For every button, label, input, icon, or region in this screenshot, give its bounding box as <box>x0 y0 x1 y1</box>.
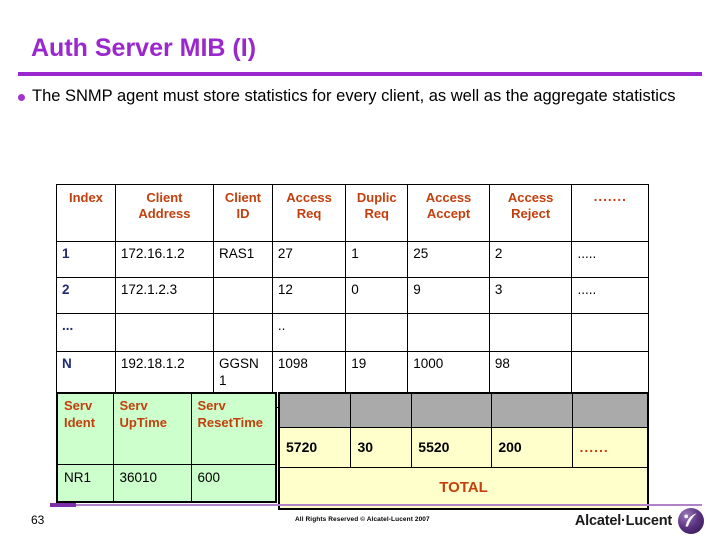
cell-access-reject: 3 <box>488 277 573 314</box>
table-row: NR1 36010 600 <box>56 464 277 503</box>
spacer-cell <box>278 392 352 428</box>
total-access-accept: 5520 <box>411 427 493 468</box>
spacer-cell <box>491 392 574 428</box>
table-header-row: Index Client Address Client ID Access Re… <box>56 184 649 242</box>
cell-index: 2 <box>56 277 116 314</box>
totals-spacer-row <box>278 392 649 428</box>
spacer-cell <box>572 392 649 428</box>
cell-serv-ident: NR1 <box>56 464 114 503</box>
cell-client-id <box>213 277 273 314</box>
cell-duplic-req: 1 <box>345 241 409 278</box>
cell-duplic-req: 0 <box>345 277 409 314</box>
cell-more: ..... <box>571 277 649 314</box>
footer-divider <box>50 504 702 506</box>
page-number: 63 <box>31 513 45 527</box>
spacer-cell <box>411 392 493 428</box>
total-more: ...... <box>572 427 649 468</box>
cell-access-req: 27 <box>271 241 347 278</box>
cell-serv-uptime: 36010 <box>112 464 192 503</box>
cell-client-address: 172.1.2.3 <box>114 277 215 314</box>
table-row: 1 172.16.1.2 RAS1 27 1 25 2 ..... <box>56 241 649 278</box>
bullet-list: The SNMP agent must store statistics for… <box>18 85 678 108</box>
cell-access-reject <box>488 313 573 352</box>
cell-client-address: 172.16.1.2 <box>114 241 215 278</box>
column-header-client-id: Client ID <box>213 184 273 242</box>
brand-logo: Alcatel·Lucent <box>575 508 704 534</box>
cell-access-reject: 2 <box>488 241 573 278</box>
cell-more: ..... <box>571 241 649 278</box>
totals-value-row: 5720 30 5520 200 ...... <box>278 427 649 468</box>
totals-table: 5720 30 5520 200 ...... TOTAL <box>278 392 649 510</box>
cell-duplic-req <box>345 313 409 352</box>
cell-access-accept: 9 <box>407 277 490 314</box>
spacer-cell <box>350 392 413 428</box>
brand-name: Alcatel·Lucent <box>574 513 672 529</box>
cell-index: 1 <box>56 241 116 278</box>
totals-label-row: TOTAL <box>278 467 649 510</box>
table-row: ... .. <box>56 313 649 352</box>
cell-client-address <box>114 313 215 352</box>
bullet-text: The SNMP agent must store statistics for… <box>32 87 676 105</box>
total-access-reject: 200 <box>491 427 574 468</box>
column-header-serv-uptime: Serv UpTime <box>112 392 192 465</box>
cell-more <box>571 313 649 352</box>
alcatel-lucent-badge-icon <box>678 508 704 534</box>
total-access-req: 5720 <box>278 427 352 468</box>
table-row: 2 172.1.2.3 12 0 9 3 ..... <box>56 277 649 314</box>
cell-access-accept: 25 <box>407 241 490 278</box>
column-header-access-reject: Access Reject <box>488 184 573 242</box>
column-header-serv-ident: Serv Ident <box>56 392 114 465</box>
column-header-access-req: Access Req <box>271 184 347 242</box>
table-header-row: Serv Ident Serv UpTime Serv ResetTime <box>56 392 277 465</box>
total-label: TOTAL <box>278 467 649 510</box>
cell-client-id: RAS1 <box>213 241 273 278</box>
column-header-client-address: Client Address <box>114 184 215 242</box>
slide-canvas: Auth Server MIB (I) The SNMP agent must … <box>0 0 720 540</box>
column-header-index: Index <box>56 184 116 242</box>
total-duplic-req: 30 <box>350 427 413 468</box>
column-header-duplic-req: Duplic Req <box>345 184 409 242</box>
cell-access-req: .. <box>271 313 347 352</box>
title-divider <box>18 72 702 76</box>
cell-access-accept <box>407 313 490 352</box>
list-item: The SNMP agent must store statistics for… <box>18 85 678 108</box>
page-title: Auth Server MIB (I) <box>31 34 257 62</box>
client-statistics-table: Index Client Address Client ID Access Re… <box>56 184 649 408</box>
cell-serv-resettime: 600 <box>190 464 277 503</box>
server-statistics-table: Serv Ident Serv UpTime Serv ResetTime NR… <box>56 392 277 503</box>
cell-index: ... <box>56 313 116 352</box>
cell-access-req: 12 <box>271 277 347 314</box>
bullet-dot-icon <box>18 94 25 101</box>
column-header-more: ....... <box>571 184 649 242</box>
column-header-access-accept: Access Accept <box>407 184 490 242</box>
copyright-text: All Rights Reserved © Alcatel-Lucent 200… <box>295 516 430 523</box>
cell-client-id <box>213 313 273 352</box>
footer-divider-accent <box>50 503 76 507</box>
column-header-serv-resettime: Serv ResetTime <box>190 392 277 465</box>
